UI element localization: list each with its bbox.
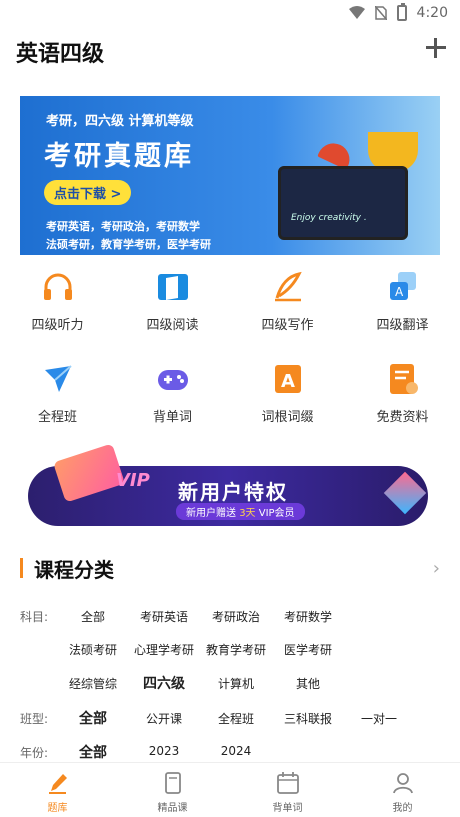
grid-item-label: 四级翻译 bbox=[376, 318, 429, 333]
svg-text:A: A bbox=[281, 371, 295, 392]
banner-download-button[interactable]: 点击下载 > bbox=[44, 180, 132, 205]
grid-item-vocab[interactable]: 背单词 bbox=[115, 362, 230, 425]
feature-grid-row-2: 全程班 背单词 A 词根词缀 免费资料 bbox=[0, 362, 460, 425]
year-option[interactable]: 2024 bbox=[221, 744, 252, 758]
tab-label: 题库 bbox=[47, 803, 68, 814]
subject-option[interactable]: 心理学考研 bbox=[134, 641, 194, 658]
section-title: 课程分类 bbox=[34, 558, 114, 582]
subject-filter-row-2: 法硕考研 心理学考研 教育学考研 医学考研 bbox=[0, 635, 460, 665]
class-type-option[interactable]: 一对一 bbox=[361, 710, 397, 727]
year-option-active[interactable]: 全部 bbox=[79, 742, 107, 762]
course-category-header: 课程分类 › bbox=[20, 554, 440, 582]
wifi-icon bbox=[348, 6, 365, 19]
subject-option[interactable]: 全部 bbox=[81, 608, 105, 625]
bottom-nav: 题库 精品课 背单词 我的 bbox=[0, 762, 460, 817]
tab-label: 精品课 bbox=[157, 803, 188, 814]
class-type-option[interactable]: 全程班 bbox=[218, 710, 254, 727]
class-type-option[interactable]: 三科联报 bbox=[284, 710, 332, 727]
section-accent-bar bbox=[20, 558, 23, 578]
subject-filter-row-3: 经综管综 四六级 计算机 其他 bbox=[0, 669, 460, 699]
chevron-right-icon[interactable]: › bbox=[433, 558, 440, 579]
tab-label: 背单词 bbox=[272, 803, 303, 814]
translate-icon: A bbox=[386, 270, 420, 304]
class-type-filter-row: 班型: 全部 公开课 全程班 三科联报 一对一 bbox=[0, 704, 460, 734]
monitor-illustration: Enjoy creativity . bbox=[278, 166, 408, 240]
class-type-option[interactable]: 公开课 bbox=[146, 710, 182, 727]
promo-sub-prefix: 新用户赠送 bbox=[186, 508, 240, 519]
subject-option[interactable]: 教育学考研 bbox=[206, 641, 266, 658]
grid-item-label: 免费资料 bbox=[376, 410, 429, 425]
battery-icon bbox=[396, 3, 407, 21]
paper-plane-icon bbox=[41, 362, 75, 396]
subject-option[interactable]: 计算机 bbox=[218, 675, 254, 692]
cube-illustration bbox=[383, 471, 427, 515]
book-icon bbox=[156, 270, 190, 304]
grid-item-roots[interactable]: A 词根词缀 bbox=[230, 362, 345, 425]
grid-item-free-materials[interactable]: 免费资料 bbox=[345, 362, 460, 425]
banner-line-1: 考研英语，考研政治，考研数学 bbox=[46, 220, 200, 233]
letter-a-icon: A bbox=[271, 362, 305, 396]
status-bar: 4:20 bbox=[0, 0, 460, 26]
banner-title: 考研真题库 bbox=[44, 141, 194, 172]
course-book-icon bbox=[164, 772, 181, 794]
subject-option[interactable]: 经综管综 bbox=[69, 675, 117, 692]
feature-grid-row-1: 四级听力 四级阅读 四级写作 A 四级翻译 bbox=[0, 270, 460, 333]
tab-profile[interactable]: 我的 bbox=[345, 763, 460, 817]
status-time: 4:20 bbox=[416, 5, 448, 21]
grid-item-label: 背单词 bbox=[152, 410, 192, 425]
grid-item-label: 四级听力 bbox=[31, 318, 84, 333]
subject-filter-row-1: 科目: 全部 考研英语 考研政治 考研数学 bbox=[0, 602, 460, 632]
tab-label: 我的 bbox=[392, 803, 413, 814]
promo-subtitle: 新用户赠送 3天 VIP会员 bbox=[176, 503, 305, 520]
gamepad-icon bbox=[156, 362, 190, 396]
banner-subtitle: 考研，四六级 计算机等级 bbox=[46, 114, 194, 129]
subject-option[interactable]: 考研政治 bbox=[212, 608, 260, 625]
promo-title: 新用户特权 bbox=[178, 480, 288, 504]
app-header: 英语四级 bbox=[0, 30, 460, 74]
subject-option[interactable]: 考研英语 bbox=[140, 608, 188, 625]
page-title: 英语四级 bbox=[16, 42, 105, 67]
grid-item-translation[interactable]: A 四级翻译 bbox=[345, 270, 460, 333]
promo-sub-highlight: 3天 bbox=[239, 508, 256, 519]
grid-item-label: 全程班 bbox=[37, 410, 77, 425]
no-sim-icon bbox=[374, 6, 387, 20]
subject-option[interactable]: 医学考研 bbox=[284, 641, 332, 658]
class-type-option-active[interactable]: 全部 bbox=[79, 708, 107, 728]
calendar-icon bbox=[276, 772, 299, 794]
vip-text: VIP bbox=[116, 470, 150, 491]
tab-vocabulary[interactable]: 背单词 bbox=[230, 763, 345, 817]
subject-option-active[interactable]: 四六级 bbox=[143, 673, 185, 693]
class-type-filter-key: 班型: bbox=[20, 712, 49, 726]
grid-item-label: 四级写作 bbox=[261, 318, 314, 333]
add-button[interactable] bbox=[422, 34, 450, 62]
grid-item-full-course[interactable]: 全程班 bbox=[0, 362, 115, 425]
year-filter-key: 年份: bbox=[20, 746, 49, 760]
grid-item-label: 词根词缀 bbox=[261, 410, 314, 425]
grid-item-label: 四级阅读 bbox=[146, 318, 199, 333]
document-icon bbox=[386, 362, 420, 396]
tab-premium-course[interactable]: 精品课 bbox=[115, 763, 230, 817]
vip-card-illustration bbox=[53, 443, 125, 503]
subject-option[interactable]: 法硕考研 bbox=[69, 641, 117, 658]
headphones-icon bbox=[41, 270, 75, 304]
tab-question-bank[interactable]: 题库 bbox=[0, 763, 115, 817]
pencil-icon bbox=[48, 774, 67, 794]
svg-text:A: A bbox=[395, 285, 404, 299]
user-icon bbox=[392, 773, 413, 794]
grid-item-reading[interactable]: 四级阅读 bbox=[115, 270, 230, 333]
subject-filter-key: 科目: bbox=[20, 610, 49, 624]
grid-item-writing[interactable]: 四级写作 bbox=[230, 270, 345, 333]
new-user-promo[interactable]: VIP 新用户特权 新用户赠送 3天 VIP会员 bbox=[28, 443, 428, 526]
promo-sub-suffix: VIP会员 bbox=[255, 508, 295, 519]
banner-line-2: 法硕考研，教育学考研，医学考研 bbox=[46, 238, 211, 251]
grid-item-listening[interactable]: 四级听力 bbox=[0, 270, 115, 333]
quill-icon bbox=[271, 270, 305, 304]
promo-banner[interactable]: 考研，四六级 计算机等级 考研真题库 点击下载 > 考研英语，考研政治，考研数学… bbox=[20, 96, 440, 255]
year-option[interactable]: 2023 bbox=[149, 744, 180, 758]
subject-option[interactable]: 考研数学 bbox=[284, 608, 332, 625]
monitor-text: Enjoy creativity . bbox=[291, 213, 367, 223]
subject-option[interactable]: 其他 bbox=[296, 675, 320, 692]
